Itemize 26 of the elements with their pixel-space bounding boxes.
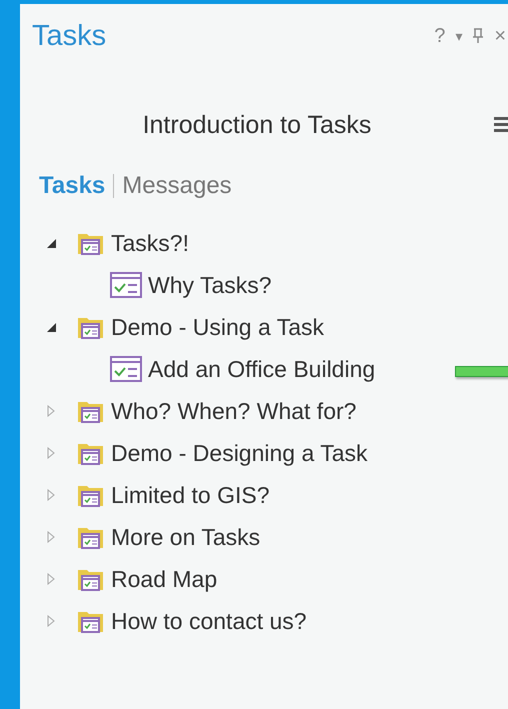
tree-item[interactable]: Demo - Using a Task: [111, 314, 324, 340]
pin-icon[interactable]: [472, 28, 484, 44]
task-title: Introduction to Tasks: [142, 110, 372, 140]
tree-item[interactable]: Demo - Designing a Task: [111, 440, 368, 466]
drag-bar: [455, 366, 508, 377]
tree-item[interactable]: How to contact us?: [111, 608, 307, 634]
collapse-arrow-icon[interactable]: [45, 321, 57, 333]
tree-item[interactable]: More on Tasks: [111, 524, 260, 550]
tree-item[interactable]: Add an Office Building: [148, 356, 376, 382]
expand-arrow-icon[interactable]: [45, 405, 57, 417]
expand-arrow-icon[interactable]: [45, 615, 57, 627]
expand-arrow-icon[interactable]: [45, 447, 57, 459]
tree-item[interactable]: Who? When? What for?: [111, 398, 356, 424]
menu-icon[interactable]: [494, 116, 508, 134]
expand-arrow-icon[interactable]: [45, 573, 57, 585]
expand-arrow-icon[interactable]: [45, 489, 57, 501]
expand-arrow-icon[interactable]: [45, 531, 57, 543]
task-icon: [110, 272, 142, 298]
tree-item[interactable]: Road Map: [111, 566, 218, 592]
tab[interactable]: Messages: [122, 172, 232, 200]
tree-item[interactable]: Limited to GIS?: [111, 482, 270, 508]
tree-item[interactable]: Why Tasks?: [148, 272, 272, 298]
pane-title: Tasks: [32, 20, 106, 52]
task-icon: [110, 356, 142, 382]
collapse-arrow-icon[interactable]: [45, 237, 57, 249]
tree-item[interactable]: Tasks?!: [111, 230, 189, 256]
